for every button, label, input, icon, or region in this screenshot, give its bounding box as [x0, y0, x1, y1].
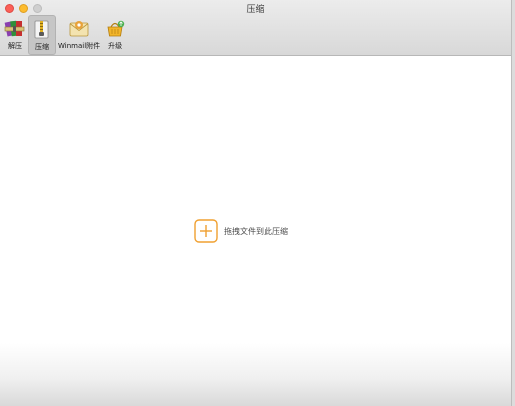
toolbar-item-extract[interactable]: 解压	[2, 15, 28, 55]
plus-icon[interactable]	[194, 219, 218, 243]
toolbar-item-label: 升级	[108, 42, 123, 50]
toolbar-item-label: 解压	[8, 42, 22, 50]
toolbar-item-compress[interactable]: 压缩	[28, 15, 56, 55]
title-bar[interactable]: 压缩 解压 压缩 Winmail附件 升级	[0, 0, 511, 56]
winrar-books-icon	[4, 20, 25, 37]
toolbar-item-upgrade[interactable]: 升级	[102, 15, 128, 55]
app-window: 压缩 解压 压缩 Winmail附件 升级 拖拽文件到此压缩	[0, 0, 512, 406]
toolbar-item-winmail[interactable]: Winmail附件	[56, 15, 102, 55]
window-title: 压缩	[246, 5, 265, 15]
toolbar-item-label: Winmail附件	[58, 42, 101, 50]
compress-file-icon	[34, 20, 49, 39]
drop-hint-text: 拖拽文件到此压缩	[224, 226, 288, 236]
toolbar: 解压 压缩 Winmail附件 升级	[2, 15, 128, 55]
mail-envelope-icon	[69, 21, 89, 37]
drop-area[interactable]: 拖拽文件到此压缩	[0, 56, 511, 406]
upgrade-basket-icon	[107, 20, 125, 37]
toolbar-item-label: 压缩	[35, 43, 49, 51]
drop-zone[interactable]: 拖拽文件到此压缩	[194, 219, 288, 243]
